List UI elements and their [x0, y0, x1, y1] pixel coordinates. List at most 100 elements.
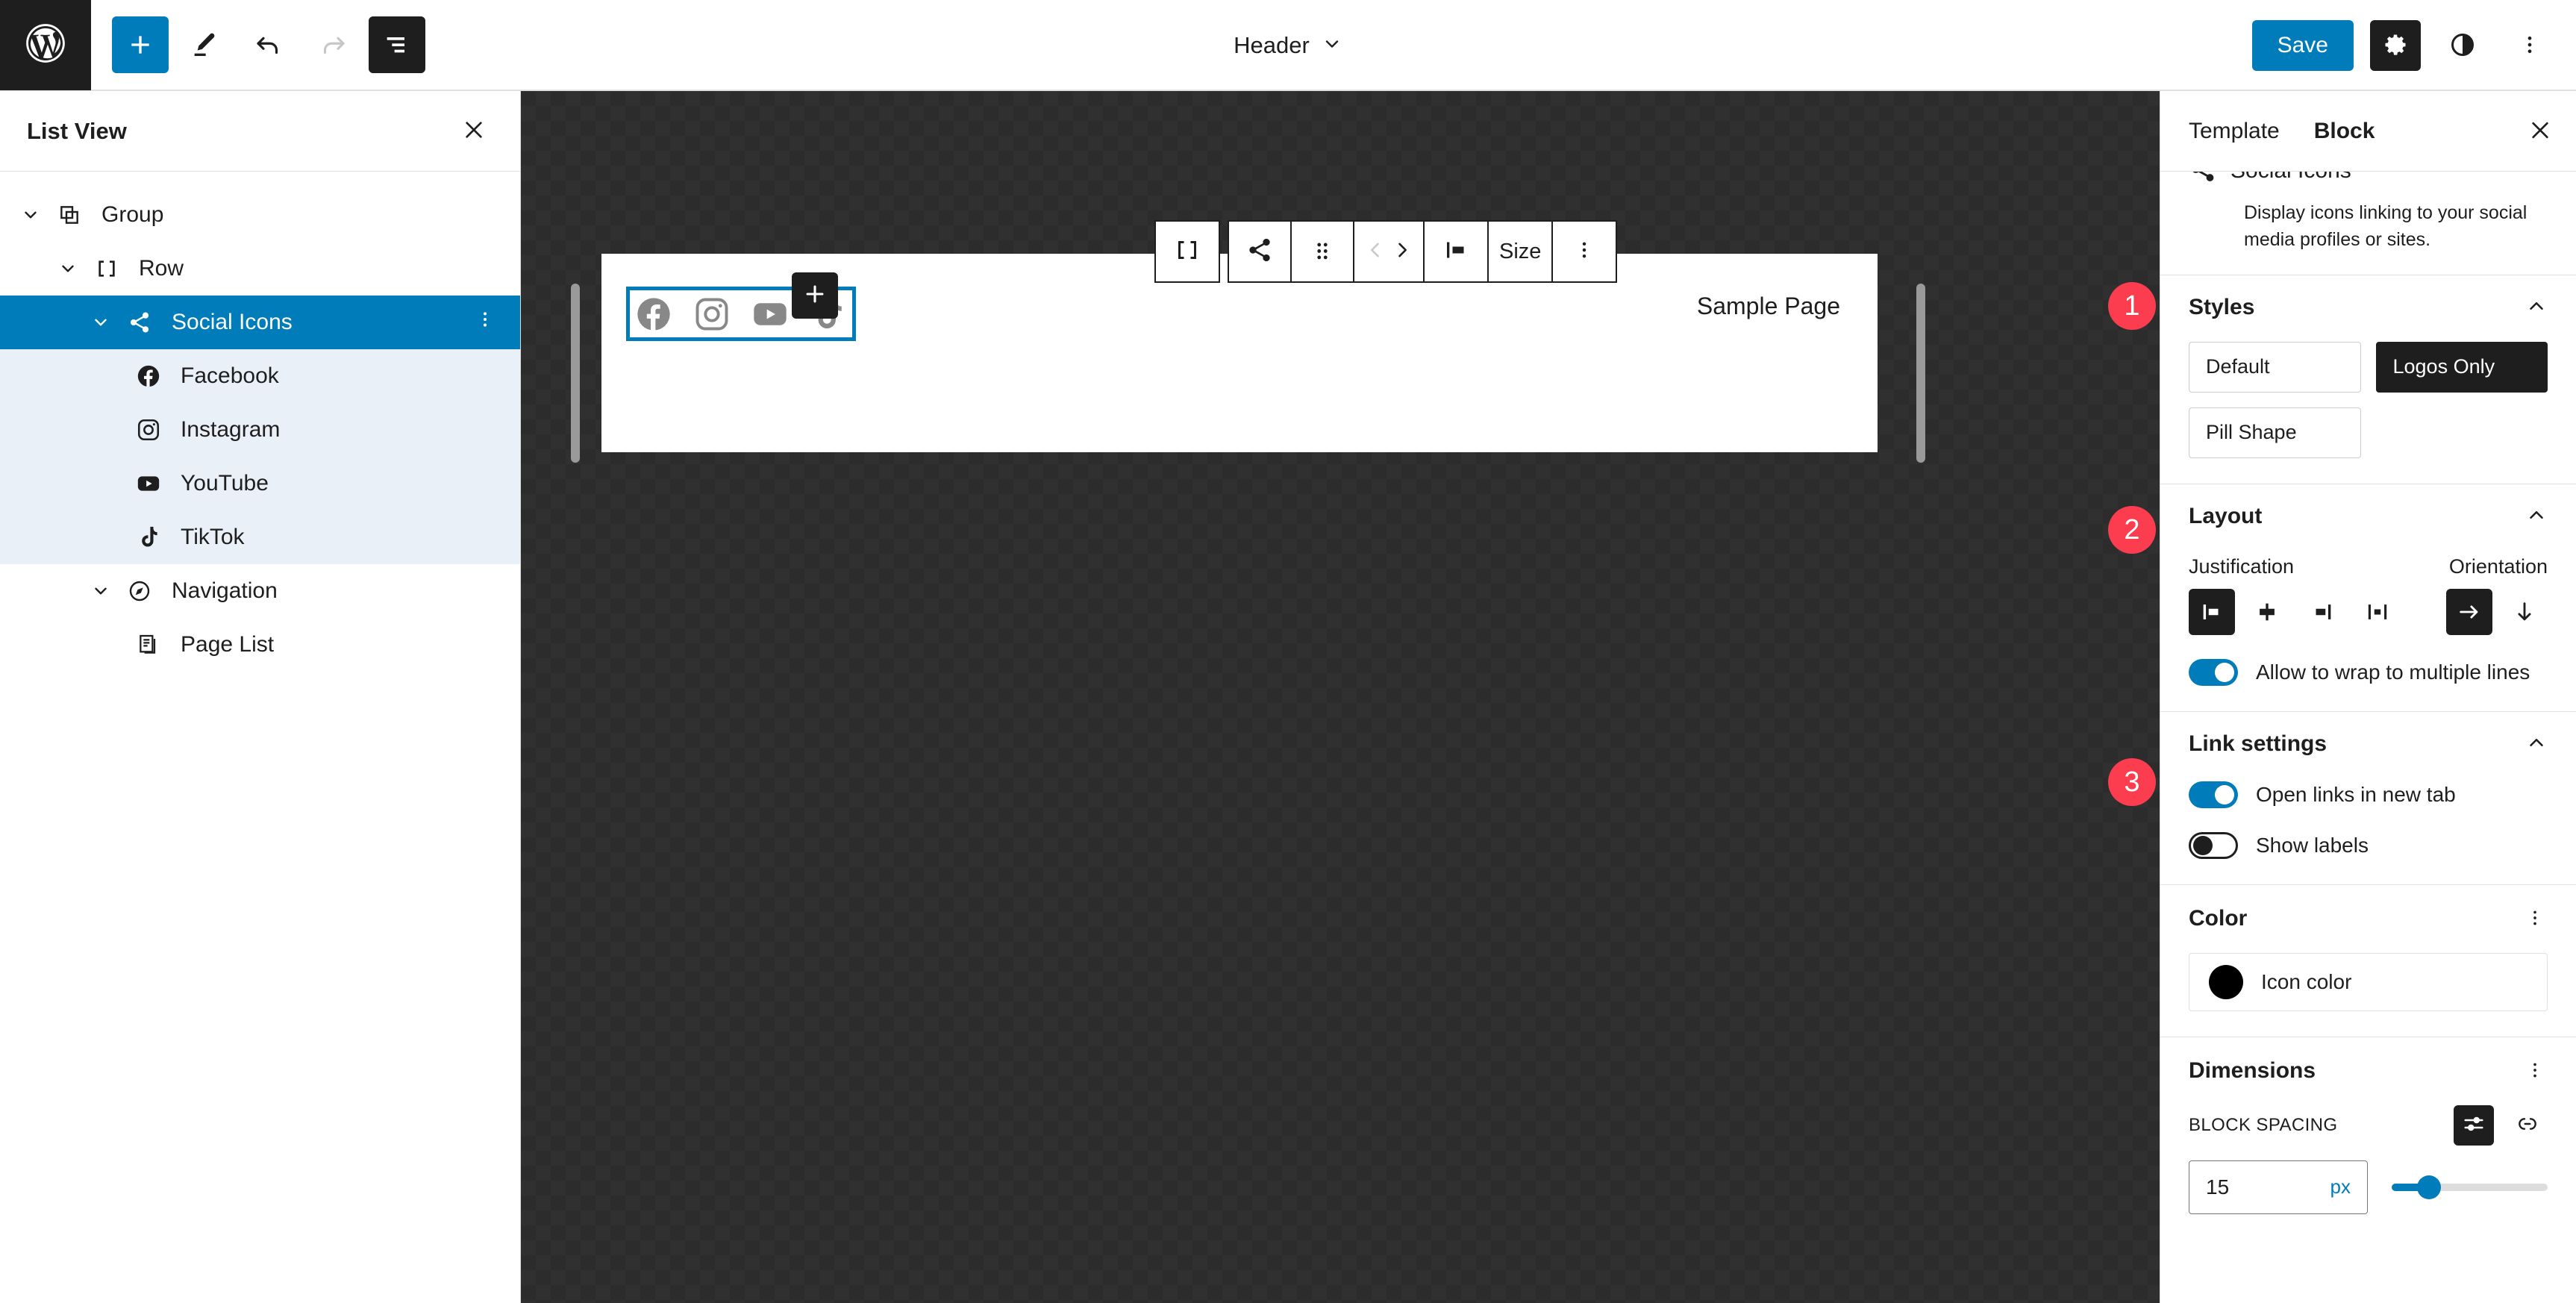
wordpress-logo-button[interactable]	[0, 0, 91, 90]
block-spacing-unit[interactable]: px	[2330, 1175, 2351, 1199]
justify-space-between-button[interactable]	[2354, 589, 2401, 635]
justify-center-button[interactable]	[2244, 589, 2290, 635]
style-option-logos-only[interactable]: Logos Only	[2375, 341, 2548, 393]
align-left-icon	[1442, 237, 1469, 267]
chevron-up-icon[interactable]	[2525, 295, 2548, 321]
editor-top-bar: Header Save	[0, 0, 2576, 91]
chevron-up-icon[interactable]	[2525, 731, 2548, 757]
justification-controls	[2189, 588, 2401, 635]
link-settings-panel-title: Link settings	[2189, 731, 2328, 756]
align-button[interactable]	[1425, 222, 1487, 281]
open-links-new-tab-toggle[interactable]	[2189, 781, 2238, 808]
document-title-text: Header	[1234, 32, 1310, 58]
tree-item-youtube[interactable]: YouTube	[0, 457, 520, 510]
color-options-button[interactable]	[2522, 904, 2548, 934]
dimensions-options-button[interactable]	[2522, 1057, 2548, 1086]
chevron-left-icon[interactable]	[1365, 237, 1386, 266]
icon-color-row[interactable]: Icon color	[2189, 952, 2548, 1011]
edit-tool-button[interactable]	[176, 16, 233, 73]
instagram-icon	[127, 417, 170, 443]
facebook-icon[interactable]	[634, 294, 674, 334]
tab-block[interactable]: Block	[2314, 119, 2375, 144]
canvas-resize-handle-right[interactable]	[1916, 284, 1925, 463]
toolbar-size-group: Size	[1489, 220, 1554, 283]
tree-item-label: Row	[139, 256, 184, 281]
style-option-pill-shape[interactable]: Pill Shape	[2189, 407, 2361, 458]
styles-options: Default Logos Only Pill Shape	[2189, 341, 2548, 458]
list-view-icon	[382, 30, 412, 60]
tree-item-social-icons[interactable]: Social Icons	[0, 296, 520, 349]
row-block-icon	[85, 257, 128, 281]
youtube-icon[interactable]	[750, 294, 790, 334]
add-block-button[interactable]	[112, 16, 169, 73]
block-inspector-panel: Template Block Social Icons Display icon…	[2160, 91, 2576, 1303]
chevron-up-icon[interactable]	[2525, 504, 2548, 530]
tree-item-tiktok[interactable]: TikTok	[0, 510, 520, 564]
tree-item-row[interactable]: Row	[0, 242, 520, 296]
tree-item-group[interactable]: Group	[0, 188, 520, 242]
save-button[interactable]: Save	[2251, 20, 2354, 71]
nav-page-link[interactable]: Sample Page	[1697, 293, 1840, 320]
append-social-icon-button[interactable]	[792, 272, 838, 319]
tree-item-navigation[interactable]: Navigation	[0, 564, 520, 618]
justification-label: Justification	[2189, 554, 2295, 578]
tree-item-facebook[interactable]: Facebook	[0, 349, 520, 403]
block-options-button[interactable]	[1553, 222, 1616, 281]
share-social-icon	[1246, 237, 1273, 267]
tree-item-instagram[interactable]: Instagram	[0, 403, 520, 457]
open-new-tab-row: Open links in new tab	[2189, 781, 2548, 808]
list-view-title: List View	[27, 117, 127, 144]
close-x-icon	[462, 122, 486, 144]
justify-right-button[interactable]	[2299, 589, 2345, 635]
canvas-resize-handle-left[interactable]	[571, 284, 580, 463]
list-view-close-button[interactable]	[457, 113, 490, 149]
styles-panel-header[interactable]: Styles	[2189, 295, 2548, 321]
allow-wrap-toggle[interactable]	[2189, 658, 2238, 686]
document-title-dropdown[interactable]: Header	[1234, 32, 1342, 59]
link-settings-panel-header[interactable]: Link settings	[2189, 731, 2548, 757]
sliders-icon	[2463, 1113, 2485, 1137]
chevron-down-icon[interactable]	[51, 259, 85, 278]
undo-button[interactable]	[240, 16, 297, 73]
chevron-down-icon[interactable]	[13, 205, 48, 225]
annotation-badge-1: 1	[2108, 282, 2156, 330]
styles-panel-title: Styles	[2189, 295, 2255, 319]
settings-button[interactable]	[2370, 20, 2421, 71]
block-spacing-input[interactable]: 15 px	[2189, 1160, 2368, 1214]
block-tree: Group Row Social Icons Facebook Instagra…	[0, 172, 520, 672]
inspector-close-button[interactable]	[2528, 118, 2552, 144]
orientation-horizontal-button[interactable]	[2446, 588, 2492, 635]
slider-thumb[interactable]	[2417, 1175, 2441, 1199]
list-view-button[interactable]	[369, 16, 425, 73]
wordpress-logo-icon	[22, 20, 69, 70]
spacing-link-button[interactable]	[2507, 1105, 2548, 1146]
tab-template[interactable]: Template	[2189, 119, 2280, 144]
tree-item-options-button[interactable]	[475, 310, 495, 335]
select-parent-row-button[interactable]	[1156, 222, 1219, 281]
instagram-icon[interactable]	[692, 294, 732, 334]
redo-button[interactable]	[304, 16, 361, 73]
block-spacing-slider[interactable]	[2392, 1172, 2548, 1202]
vertical-ellipsis-icon	[2525, 1063, 2545, 1083]
styles-button[interactable]	[2437, 20, 2488, 71]
size-button[interactable]: Size	[1489, 222, 1551, 281]
style-option-default[interactable]: Default	[2189, 341, 2361, 393]
layout-panel-header[interactable]: Layout	[2189, 504, 2548, 530]
tree-item-page-list[interactable]: Page List	[0, 618, 520, 672]
drag-handle-button[interactable]	[1292, 222, 1354, 281]
chevron-down-icon[interactable]	[84, 581, 118, 601]
drag-handle-dots-icon	[1311, 237, 1334, 266]
justify-left-button[interactable]	[2189, 588, 2235, 635]
annotation-badge-2: 2	[2108, 506, 2156, 554]
spacing-sliders-button[interactable]	[2454, 1104, 2494, 1146]
facebook-icon	[127, 363, 170, 389]
show-labels-toggle[interactable]	[2189, 831, 2238, 859]
block-type-button[interactable]	[1229, 222, 1292, 281]
orientation-vertical-button[interactable]	[2501, 589, 2548, 635]
chevron-down-icon	[1322, 34, 1342, 58]
chevron-right-icon[interactable]	[1392, 237, 1413, 266]
plus-icon	[125, 30, 155, 60]
more-options-button[interactable]	[2504, 20, 2555, 71]
move-block-buttons[interactable]	[1354, 222, 1423, 281]
chevron-down-icon[interactable]	[84, 313, 118, 332]
